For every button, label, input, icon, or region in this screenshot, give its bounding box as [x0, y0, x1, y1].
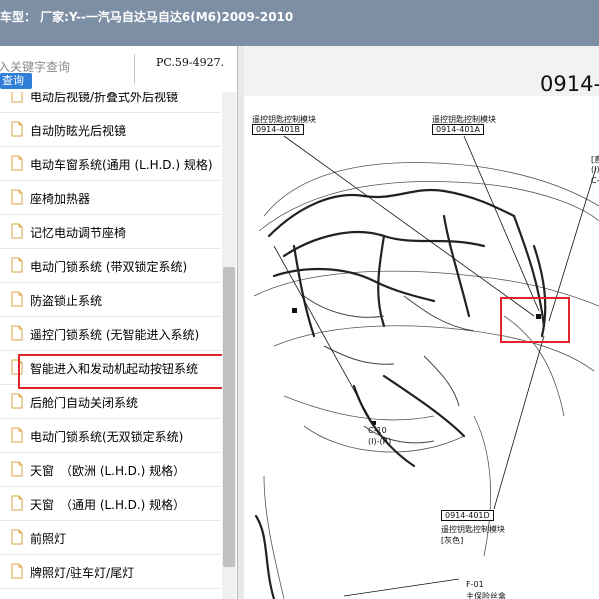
window-title: 车型： 厂家:Y--一汽马自达马自达6(M6)2009-2010 [0, 10, 294, 24]
document-icon [11, 92, 23, 103]
document-icon [11, 563, 23, 579]
list-item-label: 电动门锁系统(无双锁定系统) [30, 430, 184, 444]
list-item[interactable]: 记忆电动调节座椅 [0, 215, 220, 249]
scroll-thumb[interactable] [223, 267, 235, 567]
document-icon [11, 257, 23, 273]
connector-label-c-3: C- [591, 176, 599, 185]
list-item-label: 自动防眩光后视镜 [30, 124, 127, 138]
wiring-diagram [253, 135, 599, 599]
list-item-label: 电动门锁系统 (带双锁定系统) [30, 260, 188, 274]
list-item[interactable]: 牌照灯/驻车灯/尾灯 [0, 555, 220, 589]
document-icon [11, 529, 23, 545]
list-item[interactable]: 天窗 （通用 (L.H.D.) 规格） [0, 487, 220, 521]
list-item-label: 前照灯 [30, 532, 67, 546]
list-item[interactable]: 遥控门锁系统 (无智能进入系统) [0, 317, 220, 351]
list-item[interactable]: 前照灯 [0, 521, 220, 555]
module-label-e-title: 遥控钥匙控制模块 [441, 525, 505, 534]
list-item[interactable]: 后舱门自动关闭系统 [0, 385, 220, 419]
document-icon [11, 189, 23, 205]
connector-label-d-code: C-10 [368, 426, 387, 435]
module-label-e-code: 0914-401D [441, 510, 494, 521]
document-icon [11, 427, 23, 443]
document-icon [11, 325, 23, 341]
pc-label: PC.59-4927. [156, 56, 225, 69]
list-item[interactable]: 电动后视镜/折叠式外后视镜 [0, 92, 220, 113]
list-item[interactable]: 智能进入和发动机起动按钮系统 [0, 351, 220, 385]
left-panel: PC.59-4927. 查询 电动后视镜/折叠式外后视镜自动防眩光后视镜电动车窗… [0, 46, 238, 599]
topic-list: 电动后视镜/折叠式外后视镜 自动防眩光后视镜电动车窗系统(通用 (L.H.D.) … [0, 92, 220, 599]
list-item[interactable]: 天窗 （欧洲 (L.H.D.) 规格） [0, 453, 220, 487]
search-bar: PC.59-4927. 查询 [0, 46, 237, 92]
list-item-label: 记忆电动调节座椅 [30, 226, 127, 240]
fuse-label-title: 主保险丝盒 [466, 592, 506, 599]
module-label-b-code: 0914-401A [432, 124, 484, 135]
list-item[interactable]: 自动防眩光后视镜 [0, 113, 220, 147]
list-item[interactable]: 座椅加热器 [0, 181, 220, 215]
module-label-a-code: 0914-401B [252, 124, 305, 135]
title-bar: 车型： 厂家:Y--一汽马自达马自达6(M6)2009-2010 [0, 0, 599, 46]
connector-label-c-2: (I) [591, 165, 599, 174]
list-item-label: 牌照灯/驻车灯/尾灯 [30, 566, 135, 580]
document-icon [11, 495, 23, 511]
document-icon [11, 223, 23, 239]
list-item-label: 座椅加热器 [30, 192, 91, 206]
search-button[interactable]: 查询 [0, 73, 32, 89]
list-item-label: 天窗 （通用 (L.H.D.) 规格） [30, 498, 186, 512]
list-item-label: 电动车窗系统(通用 (L.H.D.) 规格) [30, 158, 213, 172]
list-item[interactable]: 电动门锁系统(无双锁定系统) [0, 419, 220, 453]
list-item[interactable]: 电动门锁系统 (带双锁定系统) [0, 249, 220, 283]
document-icon [11, 393, 23, 409]
search-divider [134, 54, 135, 84]
document-icon [11, 291, 23, 307]
list-item-label: 天窗 （欧洲 (L.H.D.) 规格） [30, 464, 186, 478]
page-number: 0914- [540, 72, 599, 96]
list-item[interactable]: 电动车窗系统(通用 (L.H.D.) 规格) [0, 147, 220, 181]
document-icon [11, 461, 23, 477]
list-item-label: 电动后视镜/折叠式外后视镜 [30, 92, 179, 104]
module-label-e-sub: [灰色] [441, 536, 464, 545]
fuse-label-code: F-01 [466, 580, 484, 589]
document-viewer: 0914- 遥控钥匙控制模块 0914-401B 遥控钥匙控制模块 0914-4… [244, 46, 599, 599]
list-item-label: 智能进入和发动机起动按钮系统 [30, 362, 199, 376]
connector-label-d-sub: (I)-(R) [368, 437, 392, 446]
list-item-label: 遥控门锁系统 (无智能进入系统) [30, 328, 200, 342]
document-icon [11, 359, 23, 375]
highlight-rectangle [500, 297, 570, 343]
diagram-page: 遥控钥匙控制模块 0914-401B 遥控钥匙控制模块 0914-401A [直… [244, 96, 599, 599]
list-item-label: 后舱门自动关闭系统 [30, 396, 139, 410]
document-icon [11, 155, 23, 171]
list-item-label: 防盗锁止系统 [30, 294, 103, 308]
list-item[interactable]: 防盗锁止系统 [0, 283, 220, 317]
connector-label-c-1: [直 [591, 155, 599, 164]
document-icon [11, 121, 23, 137]
